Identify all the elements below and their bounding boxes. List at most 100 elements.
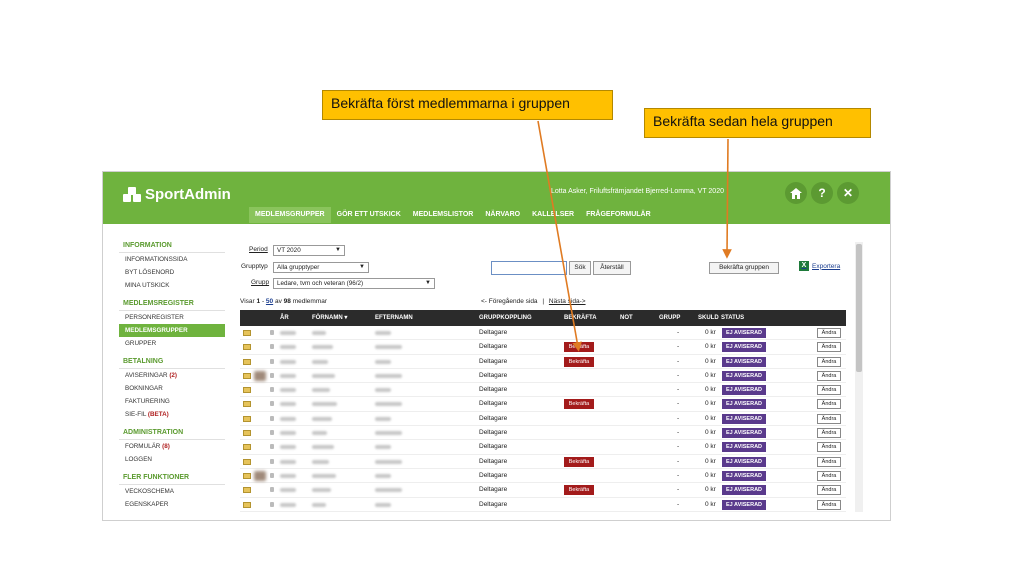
help-icon[interactable]: ? [811, 182, 833, 204]
sidebar-item-label: VECKOSCHEMA [125, 488, 174, 495]
period-value: VT 2020 [277, 247, 301, 254]
status-badge: EJ AVISERAD [722, 342, 766, 353]
firstname-redacted[interactable] [312, 345, 333, 350]
firstname-redacted[interactable] [312, 502, 326, 507]
confirm-member-button[interactable]: Bekräfta [564, 399, 594, 410]
sidebar-item[interactable]: MEDLEMSGRUPPER [119, 324, 225, 337]
search-button[interactable]: Sök [569, 261, 591, 275]
nav-item-1[interactable]: GÖR ETT UTSKICK [331, 207, 407, 223]
edit-button[interactable]: Ändra [817, 413, 841, 424]
nav-item-4[interactable]: KALLELSER [526, 207, 580, 223]
envelope-icon[interactable] [243, 501, 251, 508]
logo[interactable]: SportAdmin [123, 186, 231, 203]
firstname-redacted[interactable] [312, 459, 329, 464]
slide-canvas: Bekräfta först medlemmarna i gruppen Bek… [0, 0, 1024, 576]
sidebar-item[interactable]: AVISERINGAR (2) [119, 369, 225, 382]
firstname-redacted[interactable] [312, 373, 335, 378]
sidebar-item[interactable]: SIE-FIL (BETA) [119, 408, 225, 421]
nav-item-0[interactable]: MEDLEMSGRUPPER [249, 207, 331, 223]
edit-button[interactable]: Ändra [817, 399, 841, 410]
gender-icon [270, 444, 274, 450]
grupptyp-select[interactable]: Alla grupptyper ▼ [273, 262, 369, 273]
confirm-member-button[interactable]: Bekräfta [564, 456, 594, 467]
sidebar-item[interactable]: BOKNINGAR [119, 382, 225, 395]
sidebar-item[interactable]: FORMULÄR (8) [119, 440, 225, 453]
nav-item-2[interactable]: MEDLEMSLISTOR [407, 207, 480, 223]
sidebar-item[interactable]: PERSONREGISTER [119, 311, 225, 324]
edit-button[interactable]: Ändra [817, 456, 841, 467]
reset-button[interactable]: Återställ [593, 261, 631, 275]
home-icon[interactable] [785, 182, 807, 204]
column-header[interactable]: FÖRNAMN ▾ [312, 310, 347, 326]
sidebar-item[interactable]: VECKOSCHEMA [119, 485, 225, 498]
firstname-redacted[interactable] [312, 431, 327, 436]
sidebar-item[interactable]: INFORMATIONSSIDA [119, 253, 225, 266]
sidebar-item[interactable]: EGENSKAPER [119, 498, 225, 511]
year-redacted [280, 431, 296, 436]
debt-value: 0 kr [705, 329, 716, 336]
edit-button[interactable]: Ändra [817, 485, 841, 496]
edit-button[interactable]: Ändra [817, 342, 841, 353]
edit-button[interactable]: Ändra [817, 442, 841, 453]
envelope-icon[interactable] [243, 458, 251, 465]
edit-button[interactable]: Ändra [817, 470, 841, 481]
confirm-member-button[interactable]: Bekräfta [564, 356, 594, 367]
envelope-icon[interactable] [243, 401, 251, 408]
sidebar-item[interactable]: GRUPPER [119, 337, 225, 350]
confirm-group-button[interactable]: Bekräfta gruppen [709, 262, 779, 274]
group-connection: Deltagare [479, 343, 508, 351]
nav-item-3[interactable]: NÄRVARO [479, 207, 526, 223]
firstname-redacted[interactable] [312, 331, 326, 335]
showing-of: av [274, 298, 282, 305]
envelope-icon[interactable] [243, 330, 251, 336]
sidebar-item[interactable]: LOGGEN [119, 453, 225, 466]
range-end-link[interactable]: 50 [266, 298, 273, 305]
period-select[interactable]: VT 2020 ▼ [273, 245, 345, 256]
envelope-icon[interactable] [243, 472, 251, 479]
edit-button[interactable]: Ändra [817, 356, 841, 367]
scrollbar-thumb[interactable] [856, 244, 862, 372]
gender-icon [270, 501, 274, 507]
firstname-redacted[interactable] [312, 402, 337, 407]
envelope-icon[interactable] [243, 358, 251, 365]
confirm-member-button[interactable]: Bekräfta [564, 342, 594, 353]
prev-page-link[interactable]: <- Föregående sida [481, 298, 538, 305]
firstname-redacted[interactable] [312, 416, 332, 421]
edit-button[interactable]: Ändra [817, 370, 841, 381]
group-connection: Deltagare [479, 500, 508, 508]
sidebar-item[interactable]: BYT LÖSENORD [119, 266, 225, 279]
envelope-icon[interactable] [243, 415, 251, 422]
chevron-down-icon: ▼ [335, 247, 341, 253]
sidebar-item-count: (BETA) [147, 411, 169, 418]
edit-button[interactable]: Ändra [817, 499, 841, 510]
nav-item-5[interactable]: FRÅGEFORMULÄR [580, 207, 657, 223]
lastname-redacted [375, 488, 402, 493]
envelope-icon[interactable] [243, 430, 251, 437]
envelope-icon[interactable] [243, 487, 251, 494]
group-connection: Deltagare [479, 357, 508, 365]
edit-button[interactable]: Ändra [817, 328, 841, 338]
edit-button[interactable]: Ändra [817, 428, 841, 439]
grupp-select[interactable]: Ledare, tvm och veteran (96/2) ▼ [273, 278, 435, 289]
search-input[interactable] [491, 261, 567, 275]
envelope-icon[interactable] [243, 344, 251, 351]
envelope-icon[interactable] [243, 372, 251, 379]
envelope-icon[interactable] [243, 387, 251, 394]
confirm-member-button[interactable]: Bekräfta [564, 485, 594, 496]
close-icon[interactable]: ✕ [837, 182, 859, 204]
firstname-redacted[interactable] [312, 488, 331, 493]
avatar [254, 470, 266, 481]
scrollbar[interactable] [855, 242, 863, 512]
sidebar-item[interactable]: FAKTURERING [119, 395, 225, 408]
edit-button[interactable]: Ändra [817, 385, 841, 396]
firstname-redacted[interactable] [312, 388, 330, 393]
sidebar-item-label: FORMULÄR [125, 443, 161, 450]
firstname-redacted[interactable] [312, 359, 328, 364]
envelope-icon[interactable] [243, 444, 251, 451]
sidebar-item[interactable]: MINA UTSKICK [119, 279, 225, 292]
lastname-redacted [375, 402, 402, 407]
export-link[interactable]: X Exportera [799, 261, 840, 271]
next-page-link[interactable]: Nästa sida-> [549, 298, 586, 305]
firstname-redacted[interactable] [312, 473, 336, 478]
firstname-redacted[interactable] [312, 445, 334, 450]
